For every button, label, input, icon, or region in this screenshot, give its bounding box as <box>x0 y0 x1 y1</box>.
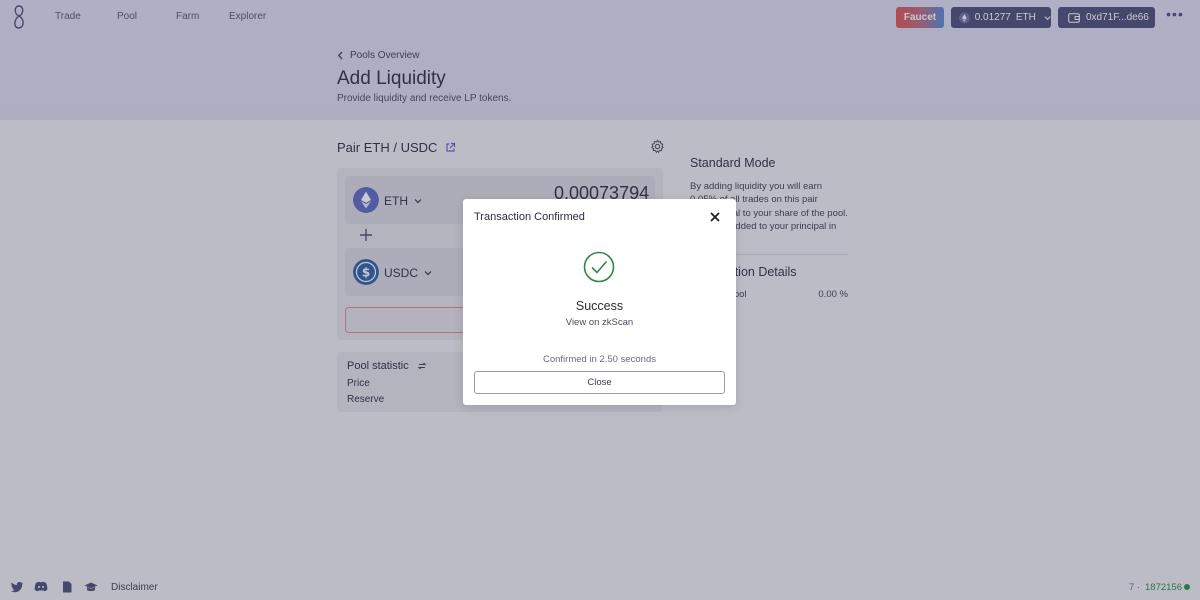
close-button[interactable]: Close <box>474 371 725 394</box>
close-icon[interactable] <box>709 211 721 223</box>
view-on-zkscan-link[interactable]: View on zkScan <box>463 317 736 328</box>
success-check-icon <box>583 251 615 283</box>
confirmation-time: Confirmed in 2.50 seconds <box>542 354 656 365</box>
success-status: Success <box>575 299 624 313</box>
transaction-confirmed-modal: Transaction Confirmed Success View on zk… <box>463 199 736 405</box>
modal-title: Transaction Confirmed <box>474 211 585 223</box>
